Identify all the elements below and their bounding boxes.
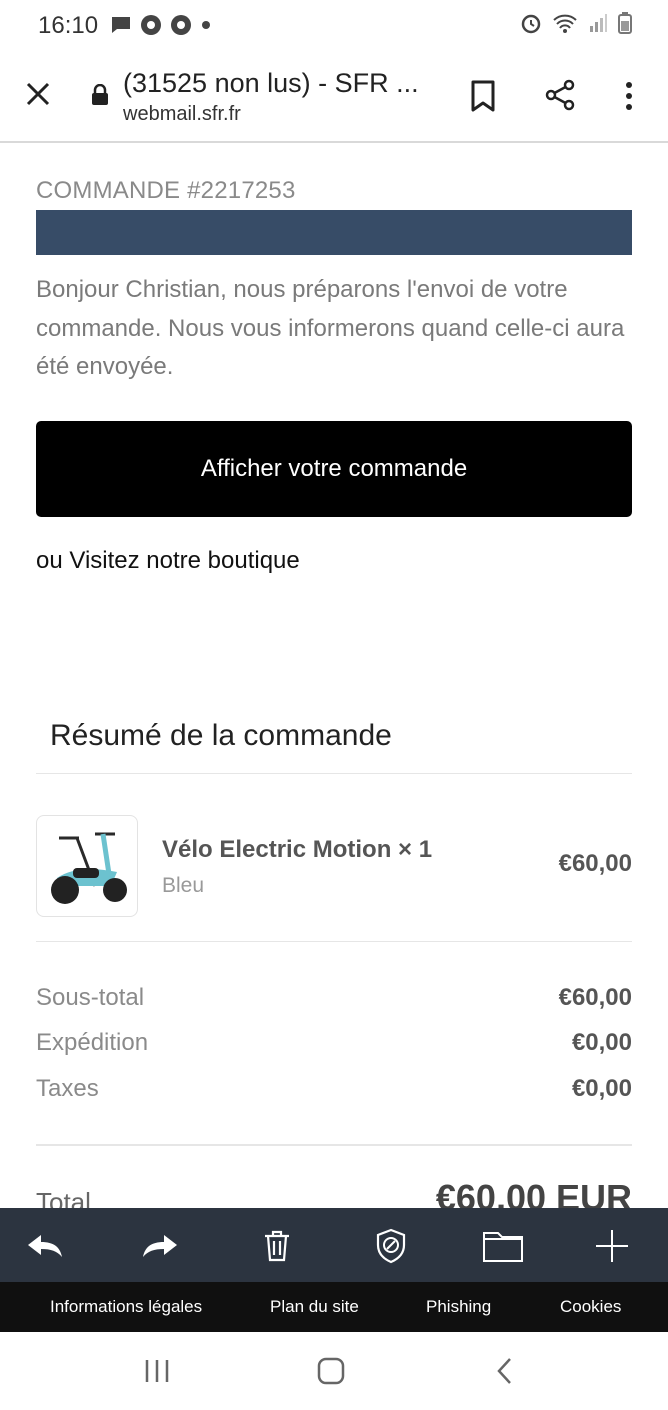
divider [36,773,632,774]
message-icon [112,17,130,33]
status-bar: 16:10 [0,0,668,50]
footer-link-phishing[interactable]: Phishing [426,1297,491,1317]
home-icon[interactable] [316,1356,346,1386]
shield-icon [376,1228,406,1264]
divider [36,1144,632,1146]
scooter-icon [51,832,127,904]
delete-button[interactable] [257,1226,297,1266]
add-button[interactable] [592,1226,632,1266]
recent-apps-icon[interactable] [144,1358,170,1384]
share-icon[interactable] [543,78,577,112]
product-name: Vélo Electric Motion × 1 [162,836,433,863]
forward-icon [143,1235,177,1257]
browser-url-bar: (31525 non lus) - SFR ... webmail.sfr.fr [0,50,668,143]
notification-icons [110,14,212,36]
taxes-value: €0,00 [571,1075,632,1102]
close-icon[interactable] [24,80,52,108]
lock-icon [92,84,108,105]
trash-icon [265,1230,289,1262]
more-options-icon[interactable] [622,80,636,112]
wifi-icon [553,14,577,33]
subtotal-label: Sous-total [36,984,145,1011]
signal-icon [590,14,607,32]
footer-link-legal[interactable]: Informations légales [50,1297,202,1317]
bookmark-icon[interactable] [469,80,497,112]
page-domain[interactable]: webmail.sfr.fr [123,103,241,126]
forward-button[interactable] [140,1226,180,1266]
shipping-label: Expédition [36,1029,149,1056]
battery-icon [618,12,632,34]
chrome-icon [171,15,191,35]
system-icons [520,12,632,34]
summary-title: Résumé de la commande [50,719,392,752]
order-accent-bar [36,210,632,255]
visit-shop-link[interactable]: Visitez notre boutique [69,547,299,574]
total-row: Total €60,00 EUR [36,1173,632,1213]
divider [36,941,632,942]
back-icon[interactable] [494,1356,516,1386]
product-image [36,815,138,917]
view-order-button[interactable]: Afficher votre commande [36,421,632,517]
product-variant: Bleu [162,874,205,897]
plus-icon [596,1230,628,1262]
dot-icon [202,21,210,29]
product-price: €60,00 [558,850,632,877]
shipping-value: €0,00 [571,1029,632,1056]
move-button[interactable] [481,1226,525,1266]
taxes-label: Taxes [36,1075,99,1102]
greeting-text: Bonjour Christian, nous préparons l'envo… [36,276,625,380]
reply-button[interactable] [25,1226,65,1266]
visit-shop-prefix: ou [36,547,63,574]
mail-toolbar [0,1208,668,1282]
alarm-icon [521,14,541,34]
footer-links: Informations légales Plan du site Phishi… [0,1282,668,1332]
system-nav-bar [0,1332,668,1410]
status-time: 16:10 [38,12,99,39]
visit-shop-line: ou Visitez notre boutique [36,547,300,575]
chrome-icon [141,15,161,35]
spam-button[interactable] [371,1226,411,1266]
subtotal-value: €60,00 [558,984,632,1011]
folder-icon [483,1232,523,1262]
page-title[interactable]: (31525 non lus) - SFR ... [123,68,419,99]
order-number: COMMANDE #2217253 [36,177,296,204]
footer-link-cookies[interactable]: Cookies [560,1297,621,1317]
reply-icon [28,1235,62,1257]
footer-link-sitemap[interactable]: Plan du site [270,1297,359,1317]
